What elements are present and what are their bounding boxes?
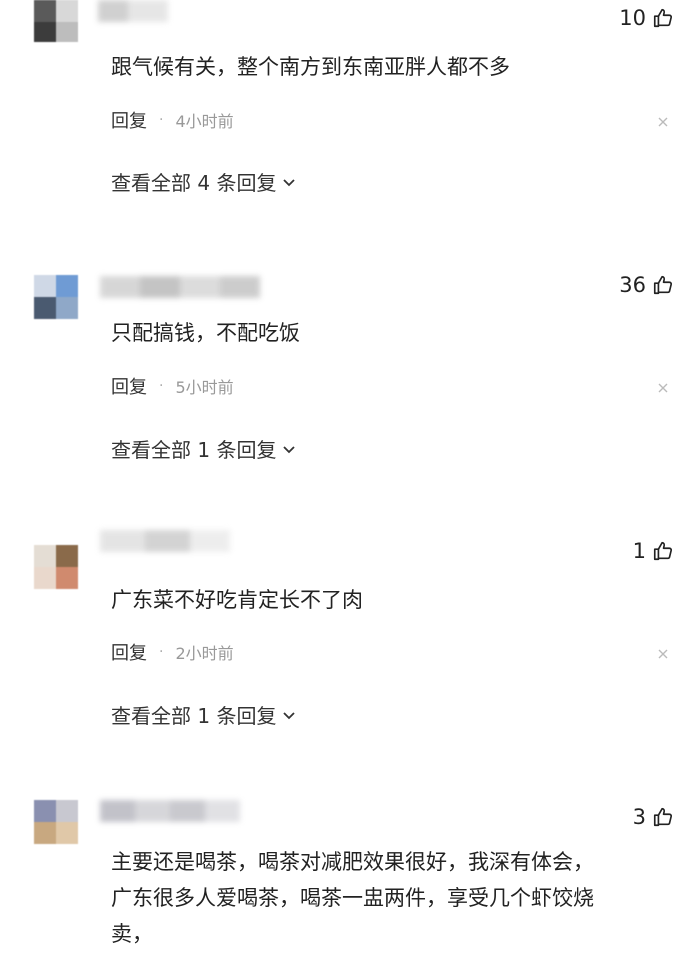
- like-button[interactable]: 3: [633, 803, 674, 831]
- avatar-pixel: [56, 800, 78, 822]
- username-blur-block: [170, 800, 205, 822]
- thumbs-up-icon: [652, 806, 674, 828]
- avatar[interactable]: [34, 800, 78, 844]
- avatar-pixel: [34, 800, 56, 822]
- like-count: 3: [632, 805, 646, 829]
- comment-item: 3 主要还是喝茶，喝茶对减肥效果很好，我深有体会， 广东很多人爱喝茶，喝茶一盅两…: [0, 0, 700, 966]
- username-blur-block: [135, 800, 170, 822]
- comment-text: 主要还是喝茶，喝茶对减肥效果很好，我深有体会， 广东很多人爱喝茶，喝茶一盅两件，…: [111, 850, 594, 946]
- username[interactable]: [100, 800, 240, 822]
- username-blur-block: [100, 800, 135, 822]
- avatar-pixel: [34, 822, 56, 844]
- username-blur-block: [205, 800, 240, 822]
- avatar-pixel: [56, 822, 78, 844]
